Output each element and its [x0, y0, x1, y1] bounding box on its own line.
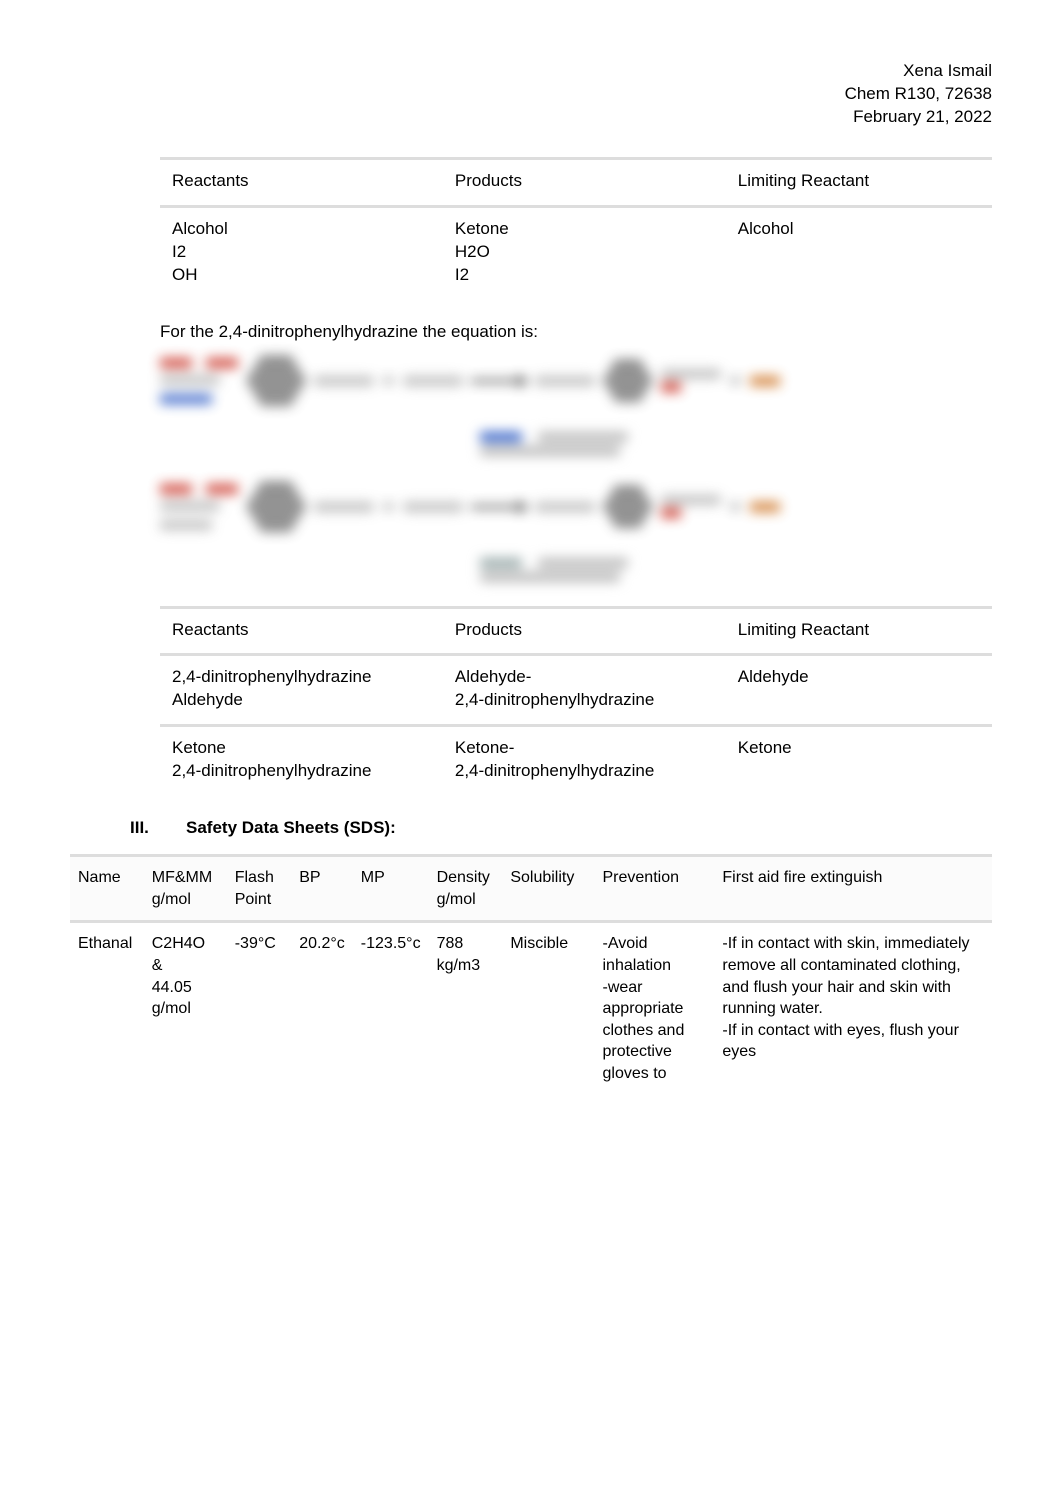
cell-reactants: 2,4-dinitrophenylhydrazine Aldehyde — [160, 655, 443, 726]
date-line: February 21, 2022 — [70, 106, 992, 129]
table-row: Ethanal C2H4O & 44.05 g/mol -39°C 20.2°c… — [70, 922, 992, 1095]
cell-flash: -39°C — [227, 922, 292, 1095]
cell-limiting: Ketone — [726, 726, 992, 795]
cell-reactants: Alcohol I2 OH — [160, 206, 443, 298]
equation-caption: For the 2,4-dinitrophenylhydrazine the e… — [160, 321, 992, 344]
cell-prevention: -Avoid inhalation -wear appropriate clot… — [595, 922, 715, 1095]
reaction-diagram: + + + + — [160, 356, 992, 582]
cell-density: 788 kg/m3 — [429, 922, 503, 1095]
document-header: Xena Ismail Chem R130, 72638 February 21… — [70, 60, 992, 129]
col-reactants: Reactants — [160, 607, 443, 655]
table-header-row: Reactants Products Limiting Reactant — [160, 158, 992, 206]
cell-products: Aldehyde- 2,4-dinitrophenylhydrazine — [443, 655, 726, 726]
cell-firstaid: -If in contact with skin, immediately re… — [714, 922, 992, 1095]
col-limiting: Limiting Reactant — [726, 607, 992, 655]
cell-mp: -123.5°c — [353, 922, 429, 1095]
col-mf: MF&MM g/mol — [144, 856, 227, 922]
cell-bp: 20.2°c — [291, 922, 353, 1095]
cell-name: Ethanal — [70, 922, 144, 1095]
col-firstaid: First aid fire extinguish — [714, 856, 992, 922]
col-mp: MP — [353, 856, 429, 922]
section-title: Safety Data Sheets (SDS): — [186, 817, 396, 840]
table-header-row: Name MF&MM g/mol Flash Point BP MP Densi… — [70, 856, 992, 922]
cell-products: Ketone H2O I2 — [443, 206, 726, 298]
col-flash: Flash Point — [227, 856, 292, 922]
reaction-row-aldehyde: + + — [160, 356, 992, 406]
cell-mf: C2H4O & 44.05 g/mol — [144, 922, 227, 1095]
sds-table: Name MF&MM g/mol Flash Point BP MP Densi… — [70, 854, 992, 1094]
table-row: Ketone 2,4-dinitrophenylhydrazine Ketone… — [160, 726, 992, 795]
reactants-table-2: Reactants Products Limiting Reactant 2,4… — [160, 606, 992, 796]
table-row: 2,4-dinitrophenylhydrazine Aldehyde Alde… — [160, 655, 992, 726]
cell-solubility: Miscible — [502, 922, 594, 1095]
author-name: Xena Ismail — [70, 60, 992, 83]
cell-limiting: Aldehyde — [726, 655, 992, 726]
col-density: Density g/mol — [429, 856, 503, 922]
section-number: III. — [130, 817, 158, 840]
cell-reactants: Ketone 2,4-dinitrophenylhydrazine — [160, 726, 443, 795]
reactants-table-1: Reactants Products Limiting Reactant Alc… — [160, 157, 992, 299]
col-limiting: Limiting Reactant — [726, 158, 992, 206]
col-products: Products — [443, 158, 726, 206]
table-row: Alcohol I2 OH Ketone H2O I2 Alcohol — [160, 206, 992, 298]
cell-limiting: Alcohol — [726, 206, 992, 298]
col-products: Products — [443, 607, 726, 655]
section-heading: III. Safety Data Sheets (SDS): — [130, 817, 992, 840]
col-name: Name — [70, 856, 144, 922]
course-line: Chem R130, 72638 — [70, 83, 992, 106]
reaction-row-ketone: + + — [160, 482, 992, 532]
col-solubility: Solubility — [502, 856, 594, 922]
col-reactants: Reactants — [160, 158, 443, 206]
col-bp: BP — [291, 856, 353, 922]
table-header-row: Reactants Products Limiting Reactant — [160, 607, 992, 655]
col-prevention: Prevention — [595, 856, 715, 922]
cell-products: Ketone- 2,4-dinitrophenylhydrazine — [443, 726, 726, 795]
